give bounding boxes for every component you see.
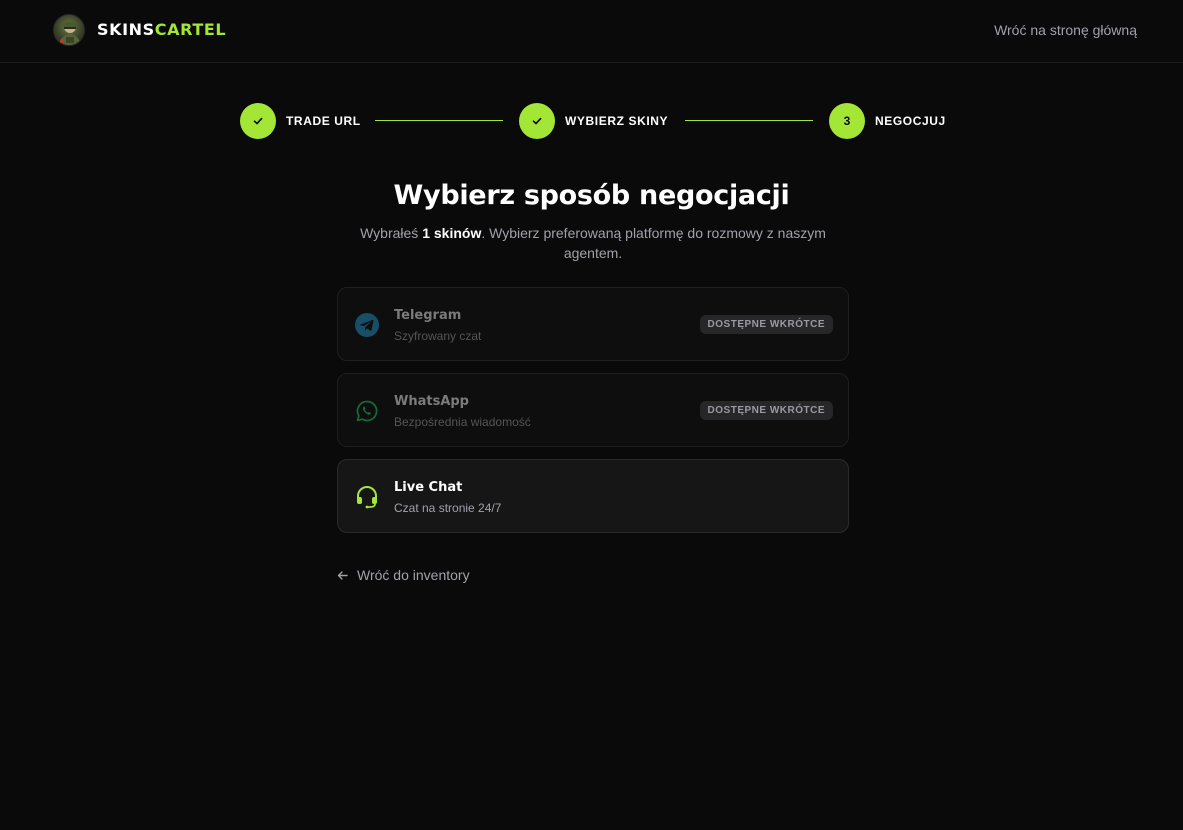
- check-icon: [253, 117, 263, 125]
- step-label: WYBIERZ SKINY: [565, 114, 669, 128]
- brand-logo-link[interactable]: SKINSCARTEL: [53, 14, 226, 46]
- brand-name: SKINSCARTEL: [97, 22, 226, 38]
- option-whatsapp: WhatsApp Bezpośrednia wiadomość DOSTĘPNE…: [337, 373, 849, 447]
- option-live-chat[interactable]: Live Chat Czat na stronie 24/7: [337, 459, 849, 533]
- back-to-inventory-link[interactable]: Wróć do inventory: [337, 565, 470, 585]
- page-title: Wybierz sposób negocjacji: [393, 180, 790, 211]
- subtitle-prefix: Wybrałeś: [360, 225, 423, 241]
- option-title: Live Chat: [394, 480, 463, 495]
- option-title: WhatsApp: [394, 394, 469, 409]
- subtitle-suffix: . Wybierz preferowaną platformę do rozmo…: [481, 225, 826, 261]
- step-number-indicator: 3: [829, 103, 865, 139]
- option-title: Telegram: [394, 308, 462, 323]
- top-header: SKINSCARTEL Wróć na stronę główną: [0, 0, 1183, 63]
- coming-soon-badge: DOSTĘPNE WKRÓTCE: [699, 315, 833, 334]
- option-subtitle: Czat na stronie 24/7: [394, 501, 502, 515]
- brand-name-part2: CARTEL: [154, 20, 227, 39]
- step-choose-skins: WYBIERZ SKINY: [519, 103, 668, 139]
- brand-name-part1: SKINS: [97, 20, 155, 39]
- back-link-label: Wróć do inventory: [357, 567, 470, 583]
- headset-icon: [354, 484, 380, 510]
- step-connector: [685, 120, 813, 121]
- step-done-indicator: [240, 103, 276, 139]
- step-trade-url: TRADE URL: [240, 103, 361, 139]
- step-done-indicator: [519, 103, 555, 139]
- whatsapp-icon: [354, 398, 380, 424]
- arrow-left-icon: [337, 570, 348, 580]
- option-subtitle: Szyfrowany czat: [394, 329, 482, 343]
- progress-stepper: TRADE URL WYBIERZ SKINY 3 NEGOCJUJ: [0, 103, 1183, 139]
- coming-soon-badge: DOSTĘPNE WKRÓTCE: [699, 401, 833, 420]
- brand-avatar-icon: [53, 14, 85, 46]
- step-connector: [375, 120, 503, 121]
- option-telegram: Telegram Szyfrowany czat DOSTĘPNE WKRÓTC…: [337, 287, 849, 361]
- selected-skins-count: 1 skinów: [422, 225, 482, 241]
- step-negotiate: 3 NEGOCJUJ: [829, 103, 946, 139]
- page-subtitle: Wybrałeś 1 skinów. Wybierz preferowaną p…: [337, 223, 849, 263]
- step-label: NEGOCJUJ: [875, 114, 946, 128]
- back-to-home-link[interactable]: Wróć na stronę główną: [994, 21, 1137, 39]
- step-label: TRADE URL: [286, 114, 361, 128]
- check-icon: [532, 117, 542, 125]
- telegram-icon: [354, 312, 380, 338]
- option-subtitle: Bezpośrednia wiadomość: [394, 415, 531, 429]
